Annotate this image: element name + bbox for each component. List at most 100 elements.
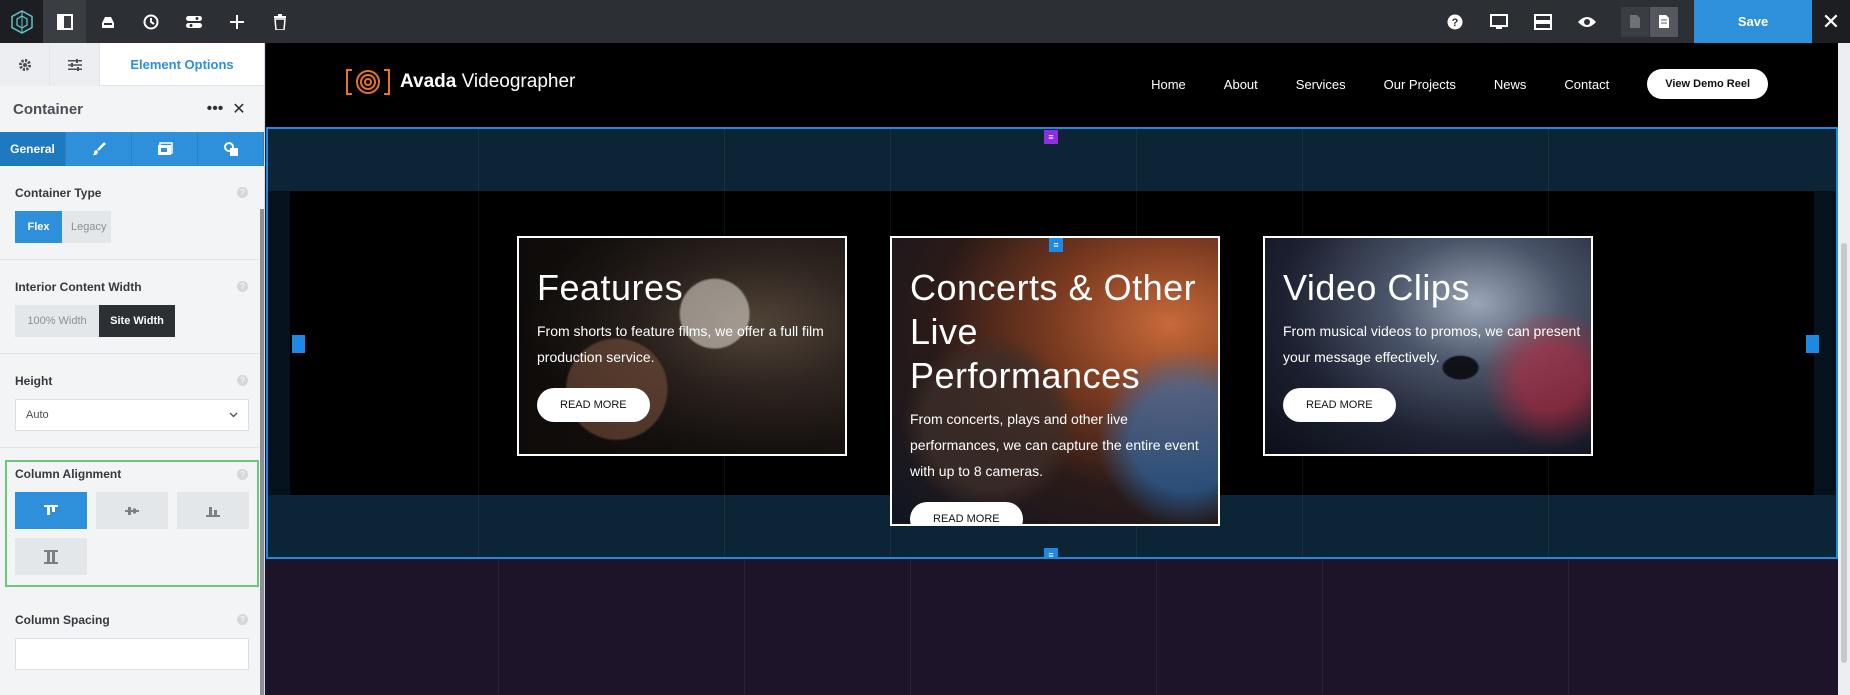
next-section bbox=[266, 559, 1838, 695]
left-resize-handle-icon[interactable] bbox=[292, 335, 305, 353]
brand-name: Avada Videographer bbox=[400, 71, 575, 93]
desktop-preview-icon[interactable] bbox=[1477, 0, 1521, 43]
grid-guide bbox=[498, 559, 499, 695]
align-center-icon bbox=[125, 506, 139, 515]
settings-toggle-icon[interactable] bbox=[172, 0, 215, 43]
view-demo-reel-button[interactable]: View Demo Reel bbox=[1647, 69, 1768, 99]
page-canvas: Avada Videographer Home About Services O… bbox=[266, 43, 1838, 695]
height-option: Height ? Auto bbox=[0, 354, 264, 448]
align-center-button[interactable] bbox=[96, 492, 168, 529]
column-alignment-label: Column Alignment bbox=[15, 467, 122, 481]
card-concerts[interactable]: ≡ Concerts & Other Live Performances Fro… bbox=[890, 236, 1220, 526]
grid-guide bbox=[478, 129, 479, 557]
layout-sections-icon[interactable] bbox=[1521, 0, 1565, 43]
canvas-scrollbar[interactable] bbox=[1838, 43, 1850, 695]
more-options-icon[interactable]: ••• bbox=[203, 100, 227, 118]
site-header: Avada Videographer Home About Services O… bbox=[266, 43, 1838, 127]
help-icon[interactable]: ? bbox=[237, 375, 248, 386]
card-text: From shorts to feature films, we offer a… bbox=[537, 323, 824, 365]
panel-header: Container ••• ✕ bbox=[0, 86, 264, 132]
help-icon[interactable]: ? bbox=[237, 281, 248, 292]
height-value: Auto bbox=[26, 409, 49, 421]
grid-guide bbox=[1156, 559, 1157, 695]
read-more-button[interactable]: READ MORE bbox=[537, 388, 650, 422]
height-label: Height bbox=[15, 374, 53, 388]
interior-width-option: Interior Content Width ? 100% Width Site… bbox=[0, 260, 264, 354]
grid-guide bbox=[910, 559, 911, 695]
column-handle-icon[interactable]: ≡ bbox=[1049, 238, 1063, 252]
page-outline-icon[interactable] bbox=[1621, 6, 1649, 37]
card-title: Video Clips bbox=[1283, 267, 1470, 308]
help-icon[interactable]: ? bbox=[237, 469, 248, 480]
container-type-label: Container Type bbox=[15, 186, 102, 200]
sidebar-toggle-icon[interactable] bbox=[43, 0, 86, 43]
panel-scrollbar[interactable] bbox=[260, 209, 264, 695]
avada-logo-icon[interactable] bbox=[0, 0, 43, 43]
column-spacing-input[interactable] bbox=[15, 638, 249, 670]
grid-guide bbox=[1322, 559, 1323, 695]
extras-icon[interactable] bbox=[198, 132, 264, 166]
card-text: From concerts, plays and other live perf… bbox=[910, 411, 1199, 479]
interior-width-label: Interior Content Width bbox=[15, 280, 142, 294]
card-title: Features bbox=[537, 267, 684, 308]
align-stretch-icon bbox=[44, 549, 58, 564]
nav-contact[interactable]: Contact bbox=[1564, 77, 1609, 92]
card-text: From musical videos to promos, we can pr… bbox=[1283, 323, 1581, 365]
option-subtabs: General bbox=[0, 132, 264, 166]
align-bottom-button[interactable] bbox=[177, 492, 249, 529]
add-icon[interactable] bbox=[215, 0, 258, 43]
read-more-button[interactable]: READ MORE bbox=[910, 502, 1023, 524]
background-image-icon[interactable] bbox=[132, 132, 198, 166]
align-top-button[interactable] bbox=[15, 492, 87, 529]
brand-rest: Videographer bbox=[456, 71, 576, 92]
nav-our-projects[interactable]: Our Projects bbox=[1384, 77, 1456, 92]
card-features[interactable]: Features From shorts to feature films, w… bbox=[517, 236, 847, 456]
nav-news[interactable]: News bbox=[1494, 77, 1527, 92]
sliders-icon[interactable] bbox=[50, 43, 100, 86]
builder-toolbar: ? Save ✕ bbox=[0, 0, 1850, 43]
subtab-general[interactable]: General bbox=[0, 132, 66, 166]
chevron-down-icon bbox=[229, 412, 238, 418]
tab-element-options[interactable]: Element Options bbox=[100, 43, 264, 85]
library-icon[interactable] bbox=[86, 0, 129, 43]
brand-bold: Avada bbox=[400, 71, 457, 92]
canvas-scrollbar-thumb[interactable] bbox=[1841, 243, 1847, 663]
column-spacing-option: Column Spacing ? bbox=[0, 599, 264, 686]
grid-guide bbox=[744, 559, 745, 695]
preview-eye-icon[interactable] bbox=[1565, 0, 1609, 43]
legacy-button[interactable]: Legacy bbox=[62, 211, 111, 243]
site-logo[interactable]: Avada Videographer bbox=[346, 69, 575, 95]
card-video-clips[interactable]: Video Clips From musical videos to promo… bbox=[1263, 236, 1593, 456]
container-drag-handle-icon[interactable]: ≡ bbox=[1044, 130, 1058, 144]
full-width-button[interactable]: 100% Width bbox=[15, 305, 99, 337]
nav-services[interactable]: Services bbox=[1296, 77, 1346, 92]
read-more-button[interactable]: READ MORE bbox=[1283, 388, 1396, 422]
document-toggle bbox=[1621, 6, 1678, 37]
height-select[interactable]: Auto bbox=[15, 399, 249, 431]
trash-icon[interactable] bbox=[258, 0, 301, 43]
gear-icon[interactable] bbox=[0, 43, 50, 86]
help-icon[interactable]: ? bbox=[1433, 0, 1477, 43]
right-resize-handle-icon[interactable] bbox=[1806, 335, 1819, 353]
site-width-button[interactable]: Site Width bbox=[99, 305, 175, 337]
save-button[interactable]: Save bbox=[1694, 0, 1812, 43]
page-active-icon[interactable] bbox=[1650, 6, 1678, 37]
panel-title: Container bbox=[13, 100, 84, 118]
flex-button[interactable]: Flex bbox=[15, 211, 62, 243]
nav-about[interactable]: About bbox=[1224, 77, 1258, 92]
help-icon[interactable]: ? bbox=[237, 614, 248, 625]
help-icon[interactable]: ? bbox=[237, 187, 248, 198]
brush-icon[interactable] bbox=[66, 132, 132, 166]
nav-home[interactable]: Home bbox=[1151, 77, 1186, 92]
align-top-icon bbox=[44, 504, 58, 515]
close-panel-icon[interactable]: ✕ bbox=[227, 99, 251, 119]
card-title: Concerts & Other Live Performances bbox=[910, 267, 1197, 396]
panel-tabs: Element Options bbox=[0, 43, 264, 86]
container-type-option: Container Type ? Flex Legacy bbox=[0, 166, 264, 260]
history-icon[interactable] bbox=[129, 0, 172, 43]
close-builder-icon[interactable]: ✕ bbox=[1812, 0, 1850, 43]
selected-container[interactable]: ≡ ≡ Features From shorts to feature film… bbox=[266, 127, 1838, 562]
column-alignment-option: Column Alignment ? bbox=[5, 460, 259, 587]
camera-logo-icon bbox=[346, 69, 390, 95]
align-stretch-button[interactable] bbox=[15, 538, 87, 575]
